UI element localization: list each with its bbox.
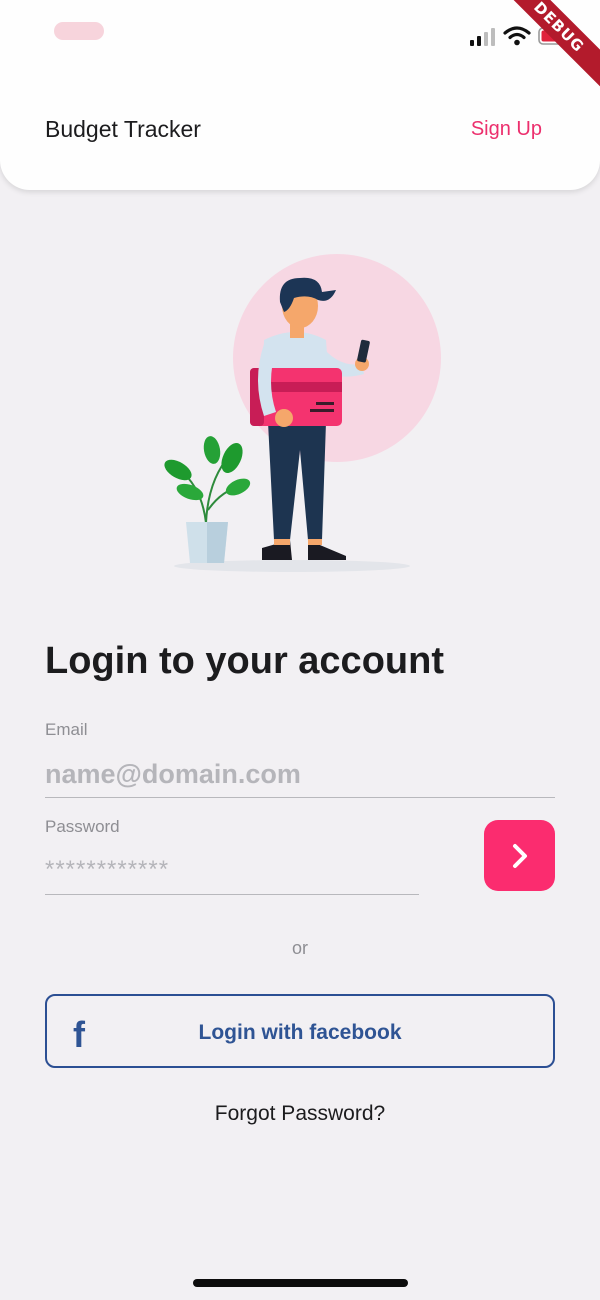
- submit-button[interactable]: [484, 820, 555, 891]
- signal-icon: [470, 28, 495, 46]
- forgot-password-link[interactable]: Forgot Password?: [0, 1102, 600, 1126]
- home-indicator: [193, 1279, 408, 1287]
- hero-illustration: [164, 254, 441, 572]
- status-bar: [0, 0, 600, 70]
- email-input[interactable]: [45, 752, 555, 798]
- facebook-login-label: Login with facebook: [198, 1021, 402, 1044]
- password-label: Password: [45, 817, 120, 836]
- signup-link[interactable]: Sign Up: [471, 118, 542, 141]
- page-title: Login to your account: [45, 640, 444, 682]
- facebook-login-button[interactable]: f Login with facebook: [45, 994, 555, 1068]
- password-input[interactable]: [45, 846, 419, 895]
- plant-icon: [164, 436, 251, 563]
- email-label: Email: [45, 720, 88, 739]
- or-divider: or: [291, 938, 308, 958]
- wifi-icon: [503, 26, 531, 46]
- chevron-right-icon: [512, 843, 527, 868]
- app-title: Budget Tracker: [45, 116, 201, 142]
- status-pill: [54, 22, 104, 40]
